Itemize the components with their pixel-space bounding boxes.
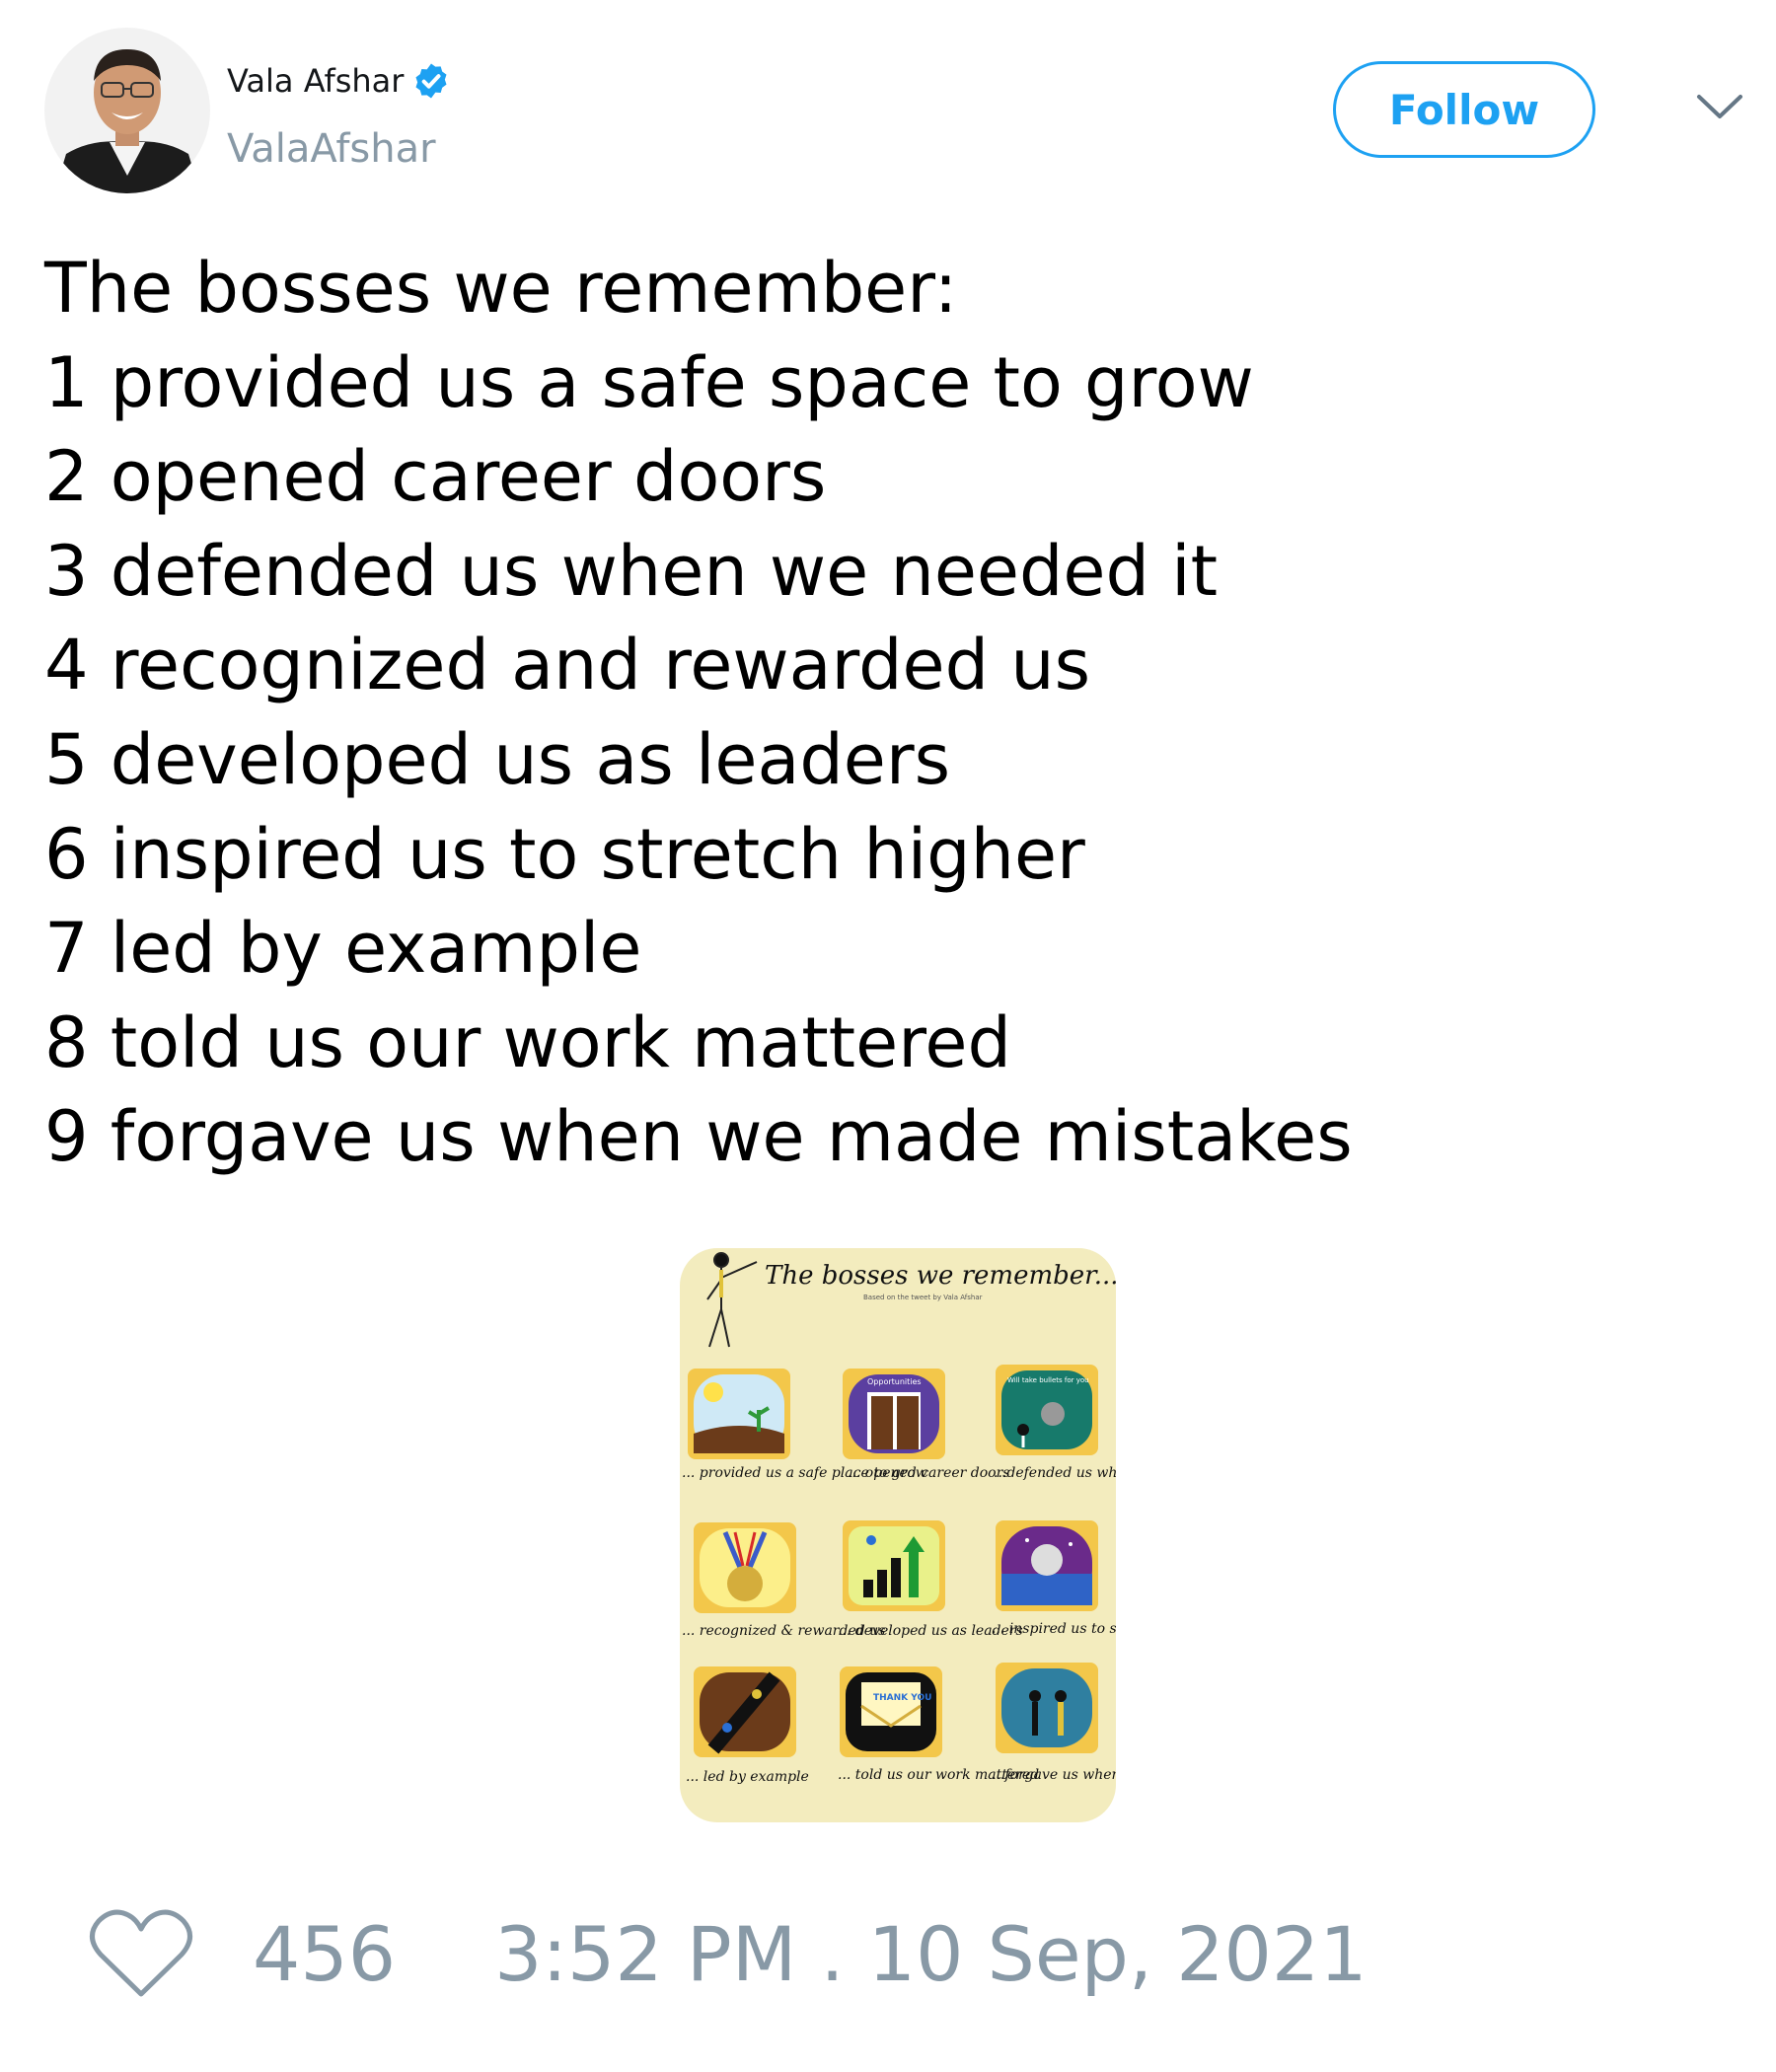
tile-rewarded — [694, 1522, 796, 1613]
tile-led-by-example — [694, 1666, 796, 1757]
tile-stretch-higher — [996, 1520, 1098, 1611]
follow-button[interactable]: Follow — [1333, 61, 1595, 158]
tweet-footer: 456 3:52 PM . 10 Sep, 2021 — [89, 1904, 1368, 2003]
tweet-line: 9 forgave us when we made mistakes — [44, 1096, 1353, 1178]
author-handle[interactable]: ValaAfshar — [227, 126, 436, 172]
author-name[interactable]: Vala Afshar — [227, 62, 404, 100]
tweet-media-image[interactable]: The bosses we remember... Based on the t… — [680, 1248, 1116, 1822]
tweet-line: 3 defended us when we needed it — [44, 530, 1219, 612]
author-avatar[interactable] — [44, 28, 210, 193]
tile-label: Will take bullets for you — [1007, 1376, 1089, 1384]
tweet-line: The bosses we remember: — [44, 248, 958, 329]
avatar-photo — [44, 28, 210, 193]
verified-badge-icon — [415, 63, 447, 99]
caption-9: ...forgave us when we made mistakes — [992, 1767, 1116, 1783]
tweet-line: 7 led by example — [44, 908, 642, 990]
tile-label: THANK YOU — [873, 1693, 931, 1703]
tweet-text: The bosses we remember: 1 provided us a … — [44, 242, 1353, 1185]
tweet-timestamp[interactable]: 3:52 PM . 10 Sep, 2021 — [494, 1910, 1368, 1998]
tile-forgave — [996, 1663, 1098, 1753]
tweet-line: 4 recognized and rewarded us — [44, 625, 1091, 706]
tile-leaders — [843, 1520, 945, 1611]
caption-7: ... led by example — [686, 1769, 809, 1785]
like-count[interactable]: 456 — [253, 1910, 396, 1998]
tweet-line: 8 told us our work mattered — [44, 1001, 1011, 1083]
tweet-line: 2 opened career doors — [44, 436, 827, 518]
tile-safe-place — [688, 1369, 790, 1459]
tweet-line: 5 developed us as leaders — [44, 718, 951, 800]
chevron-down-icon[interactable] — [1695, 91, 1744, 122]
tile-defended: Will take bullets for you — [996, 1365, 1098, 1455]
heart-icon[interactable] — [89, 1907, 193, 2000]
caption-3: ...defended us when we needed it — [994, 1465, 1116, 1481]
tile-label: Opportunities — [867, 1377, 922, 1386]
caption-6: ... inspired us to stretch higher — [992, 1621, 1116, 1637]
author-name-row[interactable]: Vala Afshar — [227, 61, 451, 101]
tile-work-mattered: THANK YOU — [840, 1666, 942, 1757]
tile-career-doors: Opportunities — [843, 1369, 945, 1459]
poster-subtitle: Based on the tweet by Vala Afshar — [863, 1294, 983, 1301]
tweet-line: 1 provided us a safe space to grow — [44, 341, 1254, 423]
bosses-poster-illustration: The bosses we remember... Based on the t… — [680, 1248, 1116, 1822]
caption-2: ... opened career doors — [848, 1465, 1009, 1481]
tweet-line: 6 inspired us to stretch higher — [44, 813, 1085, 895]
poster-title: The bosses we remember... — [765, 1261, 1116, 1291]
